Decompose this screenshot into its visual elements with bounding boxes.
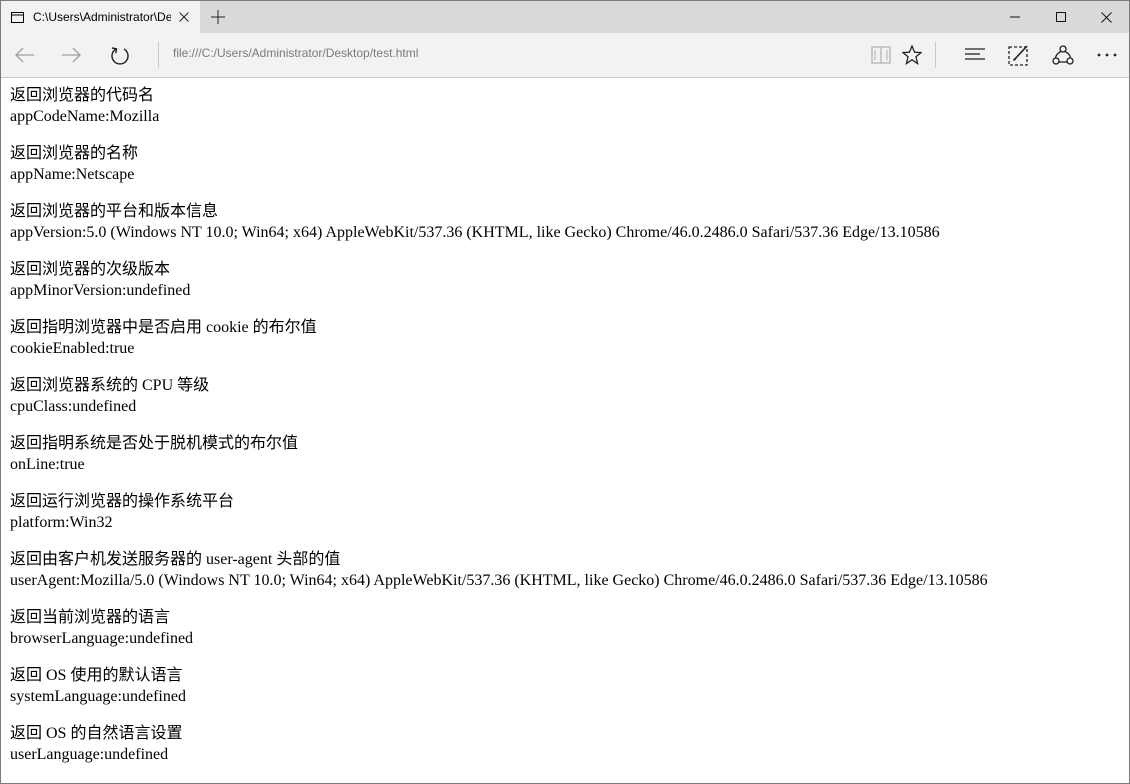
navigator-info-list: 返回浏览器的代码名 appCodeName:Mozilla 返回浏览器的名称 a… — [1, 78, 1129, 765]
reading-view-icon — [871, 46, 891, 64]
title-bar: C:\Users\Administrator\Desktop\test.html — [1, 1, 1129, 33]
page-icon — [11, 11, 24, 23]
forward-button[interactable] — [49, 33, 93, 77]
refresh-icon — [110, 45, 130, 65]
tab-close-button[interactable] — [168, 1, 200, 33]
back-button[interactable] — [3, 33, 47, 77]
entry-label: 返回运行浏览器的操作系统平台 — [10, 493, 235, 510]
web-note-button[interactable] — [997, 33, 1041, 77]
page-content: 返回浏览器的代码名 appCodeName:Mozilla 返回浏览器的名称 a… — [1, 78, 1129, 783]
more-button[interactable] — [1085, 33, 1129, 77]
entry-value: appVersion:5.0 (Windows NT 10.0; Win64; … — [10, 224, 940, 241]
hub-icon — [964, 47, 986, 63]
list-item: 返回浏览器的代码名 appCodeName:Mozilla — [10, 85, 1129, 127]
entry-value: userAgent:Mozilla/5.0 (Windows NT 10.0; … — [10, 572, 988, 589]
maximize-button[interactable] — [1038, 1, 1084, 33]
entry-label: 返回指明浏览器中是否启用 cookie 的布尔值 — [10, 319, 317, 336]
entry-label: 返回浏览器的名称 — [10, 145, 139, 162]
new-tab-button[interactable] — [201, 1, 235, 33]
navigation-bar: file:///C:/Users/Administrator/Desktop/t… — [1, 33, 1129, 78]
address-bar[interactable]: file:///C:/Users/Administrator/Desktop/t… — [173, 33, 418, 77]
entry-label: 返回当前浏览器的语言 — [10, 609, 171, 626]
list-item: 返回浏览器系统的 CPU 等级 cpuClass:undefined — [10, 375, 1129, 417]
list-item: 返回指明浏览器中是否启用 cookie 的布尔值 cookieEnabled:t… — [10, 317, 1129, 359]
entry-label: 返回由客户机发送服务器的 user-agent 头部的值 — [10, 551, 341, 568]
favorite-button[interactable] — [890, 33, 934, 77]
entry-value: cpuClass:undefined — [10, 398, 137, 415]
toolbar-separator — [158, 42, 159, 68]
web-note-icon — [1008, 44, 1030, 66]
entry-label: 返回指明系统是否处于脱机模式的布尔值 — [10, 435, 299, 452]
entry-value: appCodeName:Mozilla — [10, 108, 160, 125]
share-icon — [1052, 45, 1074, 65]
tab-active[interactable]: C:\Users\Administrator\Desktop\test.html — [1, 1, 200, 33]
toolbar-separator — [935, 42, 936, 68]
entry-label: 返回浏览器的次级版本 — [10, 261, 171, 278]
minimize-icon — [1010, 12, 1020, 22]
browser-window: C:\Users\Administrator\Desktop\test.html — [0, 0, 1130, 784]
entry-label: 返回 OS 的自然语言设置 — [10, 725, 183, 742]
entry-value: appMinorVersion:undefined — [10, 282, 191, 299]
list-item: 返回 OS 的自然语言设置 userLanguage:undefined — [10, 723, 1129, 765]
list-item: 返回浏览器的平台和版本信息 appVersion:5.0 (Windows NT… — [10, 201, 1129, 243]
entry-value: userLanguage:undefined — [10, 746, 169, 763]
entry-label: 返回浏览器系统的 CPU 等级 — [10, 377, 210, 394]
entry-value: browserLanguage:undefined — [10, 630, 194, 647]
list-item: 返回浏览器的次级版本 appMinorVersion:undefined — [10, 259, 1129, 301]
entry-value: onLine:true — [10, 456, 85, 473]
entry-value: systemLanguage:undefined — [10, 688, 186, 705]
list-item: 返回运行浏览器的操作系统平台 platform:Win32 — [10, 491, 1129, 533]
entry-value: cookieEnabled:true — [10, 340, 135, 357]
close-window-button[interactable] — [1083, 1, 1129, 33]
list-item: 返回浏览器的名称 appName:Netscape — [10, 143, 1129, 185]
entry-label: 返回 OS 使用的默认语言 — [10, 667, 183, 684]
list-item: 返回由客户机发送服务器的 user-agent 头部的值 userAgent:M… — [10, 549, 1129, 591]
more-icon — [1097, 53, 1117, 57]
plus-icon — [211, 10, 225, 24]
share-button[interactable] — [1041, 33, 1085, 77]
entry-value: appName:Netscape — [10, 166, 135, 183]
hub-button[interactable] — [953, 33, 997, 77]
list-item: 返回指明系统是否处于脱机模式的布尔值 onLine:true — [10, 433, 1129, 475]
list-item: 返回 OS 使用的默认语言 systemLanguage:undefined — [10, 665, 1129, 707]
entry-label: 返回浏览器的代码名 — [10, 87, 155, 104]
list-item: 返回当前浏览器的语言 browserLanguage:undefined — [10, 607, 1129, 649]
minimize-button[interactable] — [992, 1, 1038, 33]
tab-title: C:\Users\Administrator\Desktop\test.html — [33, 10, 171, 24]
back-icon — [15, 47, 35, 63]
close-icon — [179, 12, 189, 22]
favorite-star-icon — [902, 45, 922, 65]
entry-label: 返回浏览器的平台和版本信息 — [10, 203, 219, 220]
entry-value: platform:Win32 — [10, 514, 113, 531]
maximize-icon — [1056, 12, 1066, 22]
close-icon — [1100, 11, 1112, 23]
refresh-button[interactable] — [98, 33, 142, 77]
forward-icon — [61, 47, 81, 63]
